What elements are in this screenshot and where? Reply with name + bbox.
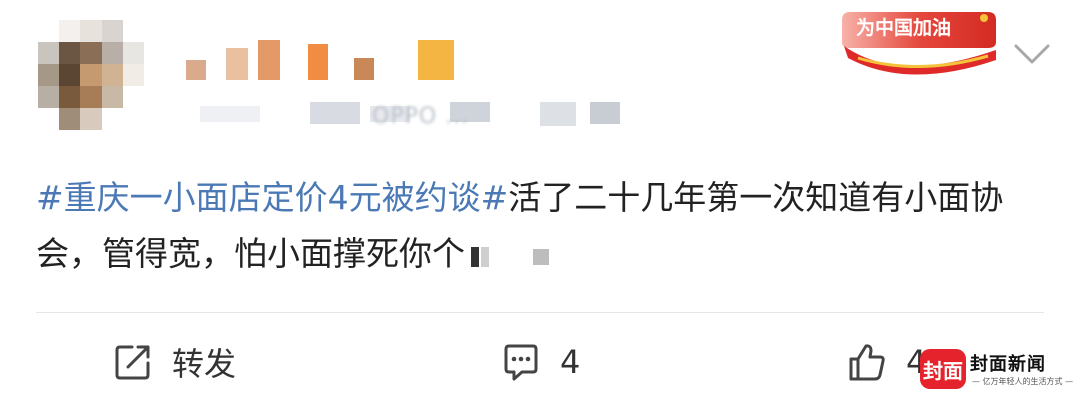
divider [36,312,1044,313]
comment-count: 4 [560,343,581,381]
username-redacted[interactable] [186,40,486,84]
hashtag-link[interactable]: #重庆一小面店定价4元被约谈# [36,178,508,217]
watermark-name: 封面新闻 [970,354,1046,375]
watermark-slogan: — 亿万年轻人的生活方式 — [972,377,1074,386]
post-source: OPPO ... [372,104,470,129]
repost-label: 转发 [172,345,237,383]
post-content: #重庆一小面店定价4元被约谈#活了二十几年第一次知道有小面协会，管得宽，怕小面撑… [36,170,1036,284]
watermark-logo: 封面 [920,349,966,389]
badge-text: 为中国加油 [856,17,952,39]
like-icon [849,344,885,381]
avatar[interactable] [38,20,144,130]
repost-button[interactable]: 转发 [112,340,236,384]
comment-icon [504,344,538,381]
redacted-text [471,228,549,284]
comment-button[interactable]: 4 [500,340,580,384]
repost-icon [115,345,150,380]
chevron-down-icon[interactable] [1012,40,1052,68]
